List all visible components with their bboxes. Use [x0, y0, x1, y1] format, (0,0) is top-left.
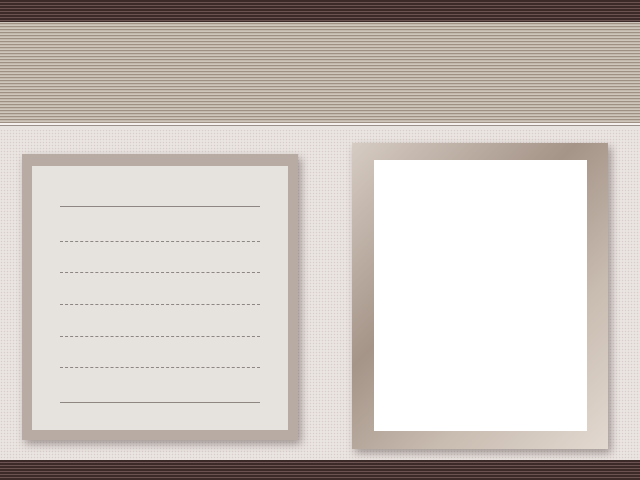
note-line-1[interactable]: [60, 206, 260, 207]
header-divider: [0, 123, 640, 130]
header-band: [0, 22, 640, 123]
bottom-stripe-bar: [0, 460, 640, 480]
top-stripe-bar: [0, 0, 640, 22]
note-line-3[interactable]: [60, 272, 260, 273]
note-line-6[interactable]: [60, 367, 260, 368]
notepad-paper: [32, 166, 288, 430]
note-line-4[interactable]: [60, 304, 260, 305]
notepad-panel: [22, 154, 298, 440]
photo-frame: [352, 143, 608, 449]
note-line-2[interactable]: [60, 241, 260, 242]
note-line-7[interactable]: [60, 402, 260, 403]
photo-placeholder[interactable]: [374, 160, 587, 431]
note-line-5[interactable]: [60, 336, 260, 337]
